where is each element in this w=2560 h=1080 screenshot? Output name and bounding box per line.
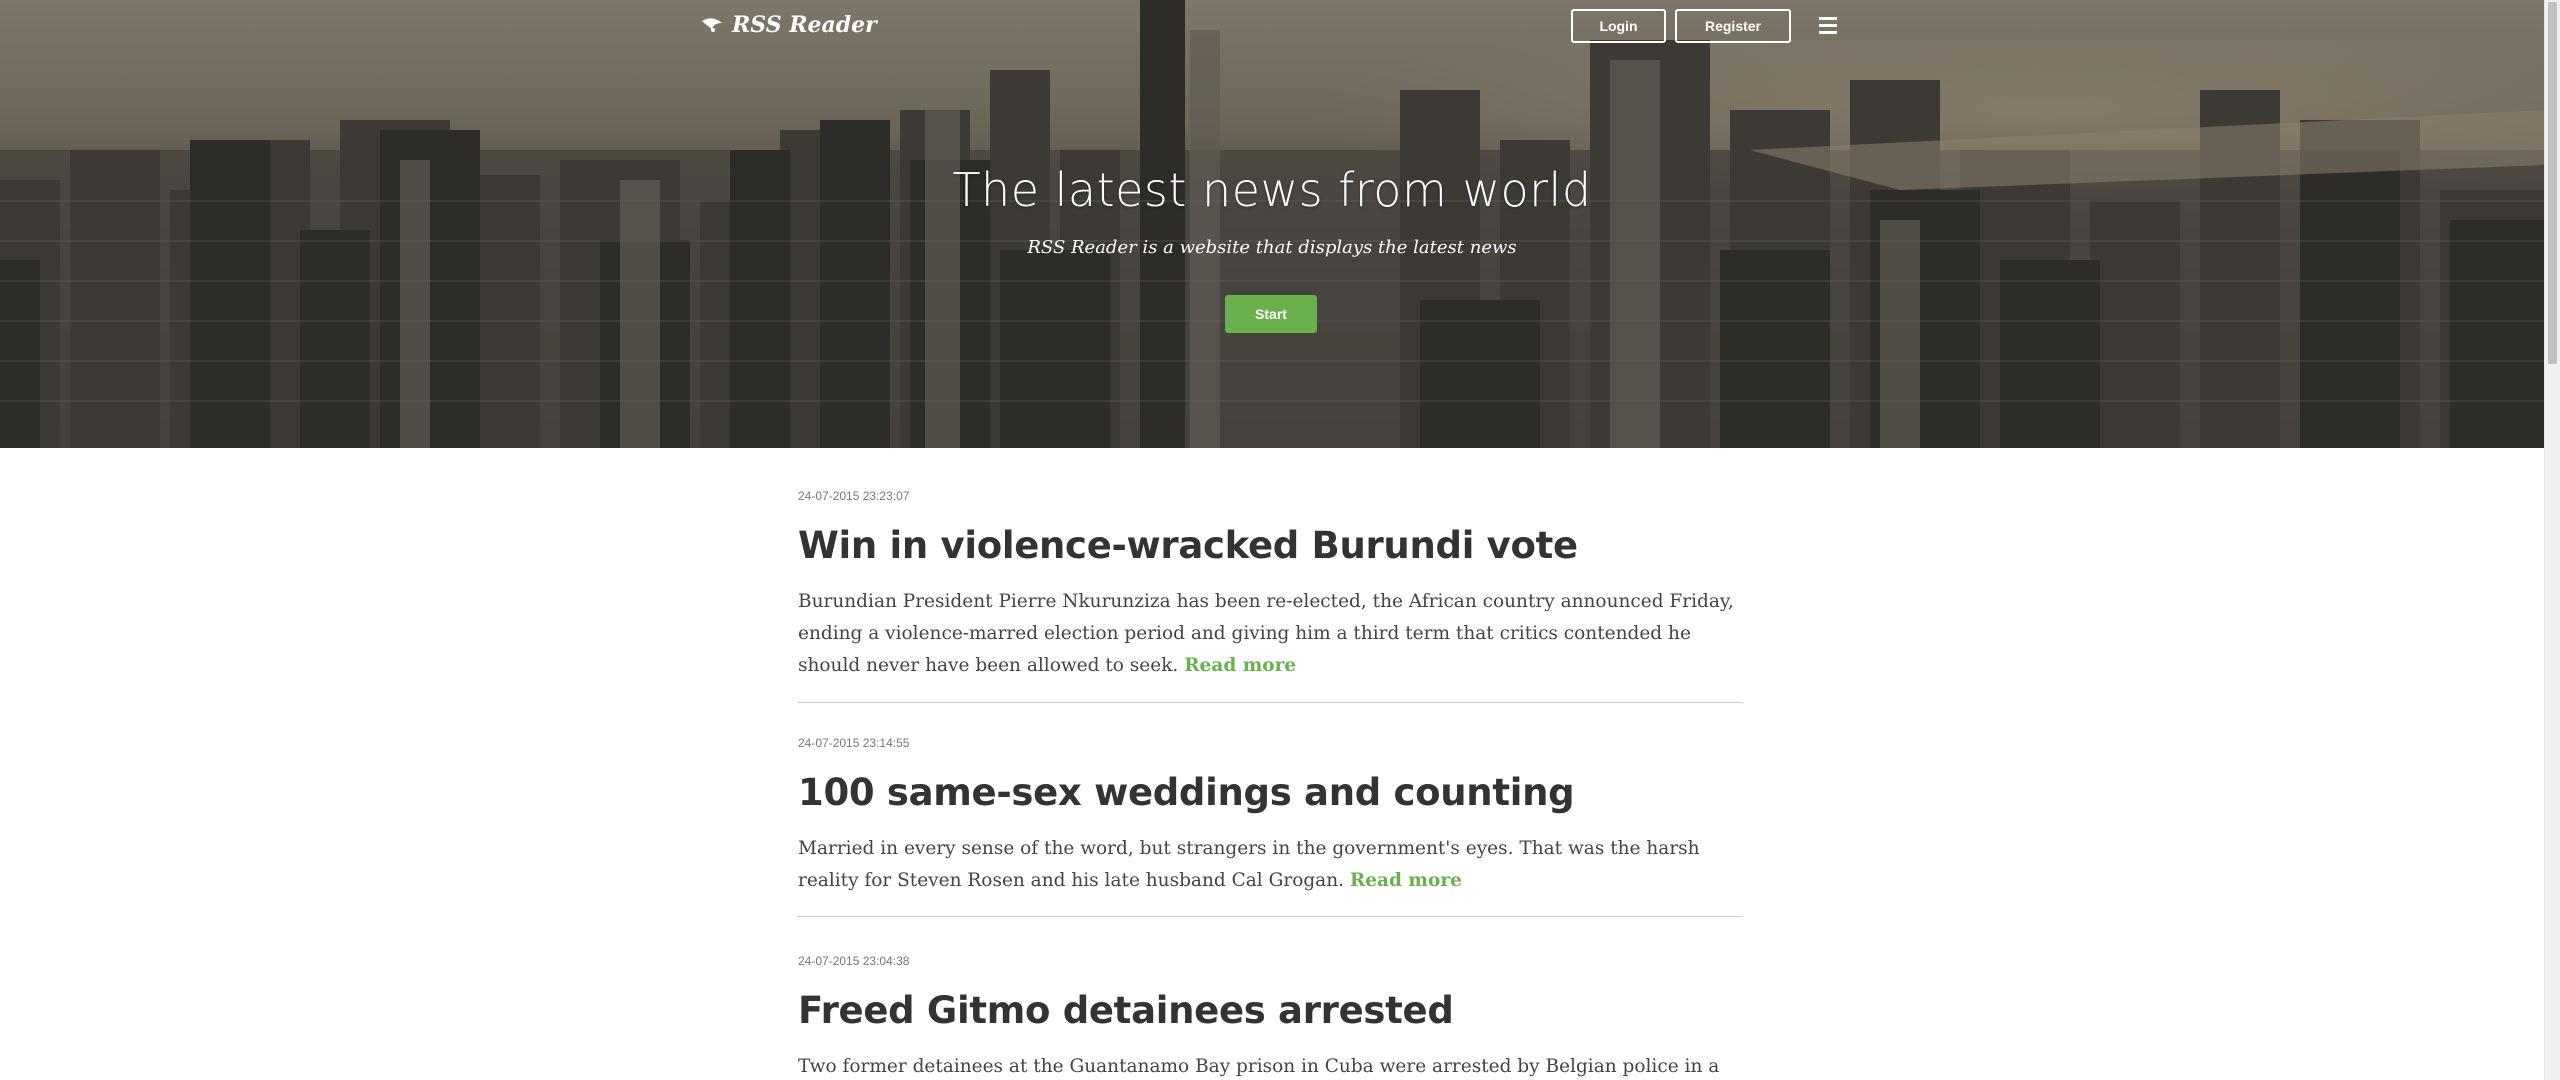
article-summary-text: Two former detainees at the Guantanamo B… (798, 1056, 1720, 1077)
read-more-link[interactable]: Read more (1184, 655, 1296, 676)
article-summary-text: Married in every sense of the word, but … (798, 838, 1700, 891)
page: RSS Reader Login Register The latest new… (0, 0, 2544, 1080)
article-date: 24-07-2015 23:14:55 (798, 736, 910, 750)
article-summary: Two former detainees at the Guantanamo B… (798, 1051, 1743, 1080)
hero-overlay (0, 0, 2544, 448)
hero-banner: RSS Reader Login Register The latest new… (0, 0, 2544, 448)
article-title[interactable]: Freed Gitmo detainees arrested (798, 989, 1454, 1032)
article-list: 24-07-2015 23:23:07 Win in violence-wrac… (798, 448, 1743, 1080)
article-summary: Burundian President Pierre Nkurunziza ha… (798, 586, 1743, 682)
scrollbar-thumb[interactable] (2548, 2, 2557, 364)
article-item: 24-07-2015 23:04:38 Freed Gitmo detainee… (798, 917, 1743, 1080)
hero-subtitle: RSS Reader is a website that displays th… (1027, 237, 1517, 258)
article-title[interactable]: Win in violence-wracked Burundi vote (798, 524, 1578, 567)
register-button[interactable]: Register (1675, 9, 1791, 43)
article-item: 24-07-2015 23:14:55 100 same-sex wedding… (798, 703, 1743, 917)
article-date: 24-07-2015 23:23:07 (798, 489, 910, 503)
login-button[interactable]: Login (1571, 9, 1666, 43)
vertical-scrollbar[interactable] (2544, 0, 2560, 1080)
rss-logo-icon (702, 18, 722, 32)
hamburger-icon[interactable] (1819, 17, 1837, 34)
article-summary: Married in every sense of the word, but … (798, 833, 1743, 897)
read-more-link[interactable]: Read more (1350, 870, 1462, 891)
hero-title: The latest news from world (952, 163, 1592, 217)
brand-link[interactable]: RSS Reader (700, 12, 877, 38)
article-item: 24-07-2015 23:23:07 Win in violence-wrac… (798, 448, 1743, 703)
start-button[interactable]: Start (1225, 295, 1317, 333)
article-title[interactable]: 100 same-sex weddings and counting (798, 771, 1575, 814)
brand-name: RSS Reader (732, 12, 877, 38)
article-date: 24-07-2015 23:04:38 (798, 954, 910, 968)
